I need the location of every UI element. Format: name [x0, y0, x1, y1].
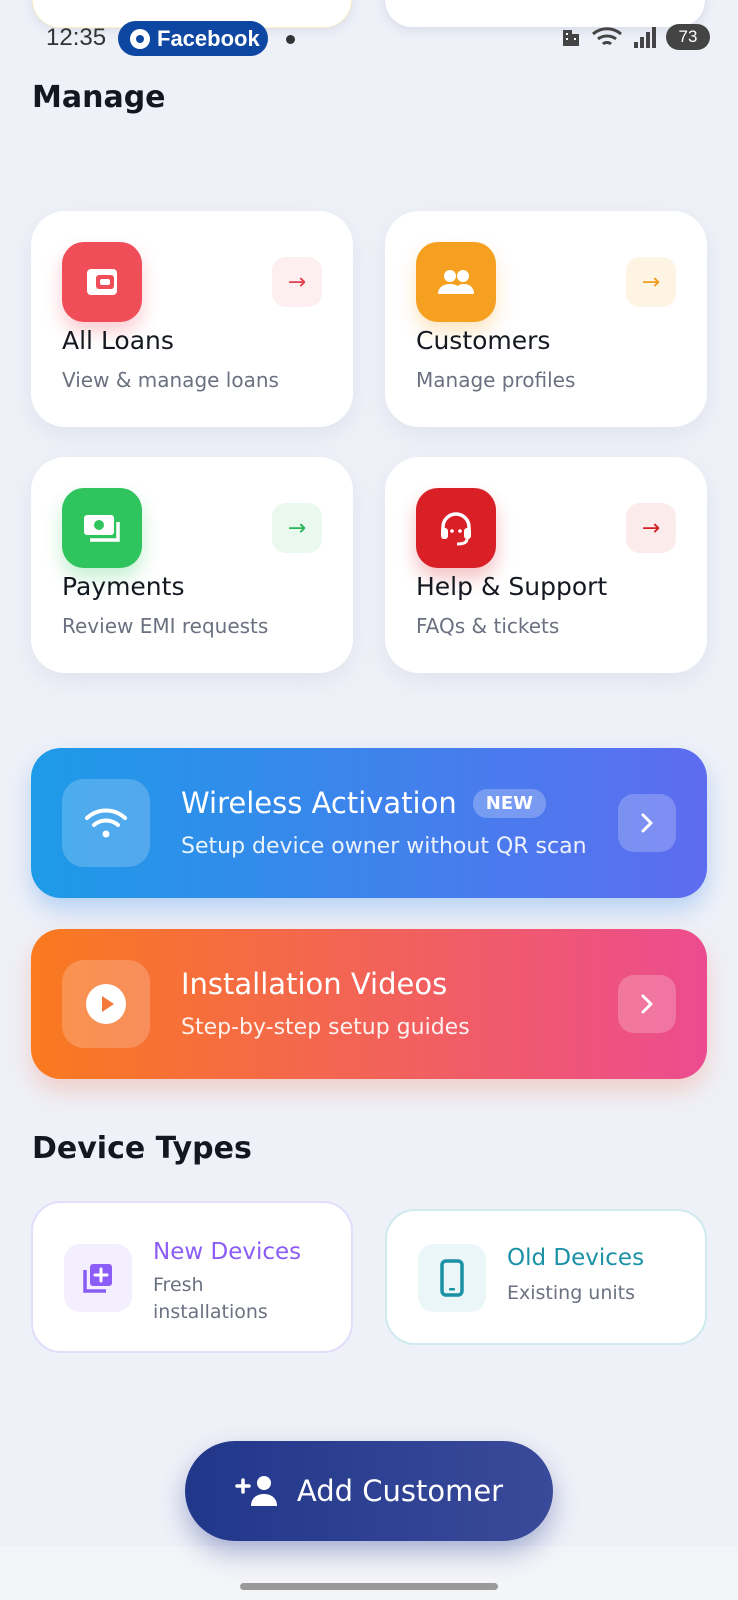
- smartphone-icon: [418, 1244, 486, 1312]
- chevron-right-icon: [618, 794, 676, 852]
- wallet-icon: [62, 242, 142, 322]
- banner-subtitle: Setup device owner without QR scan: [181, 834, 587, 859]
- home-indicator[interactable]: [240, 1583, 498, 1590]
- manage-heading: Manage: [32, 80, 166, 115]
- all-loans-card[interactable]: → All Loans View & manage loans: [31, 211, 353, 427]
- chevron-right-icon: [618, 975, 676, 1033]
- banner-title: Installation Videos: [181, 967, 448, 1001]
- system-icons: 73: [560, 24, 710, 50]
- status-time: 12:35: [46, 24, 107, 51]
- arrow-right-icon: →: [626, 257, 676, 307]
- banner-subtitle: Step-by-step setup guides: [181, 1015, 470, 1040]
- notification-dot-icon: [286, 35, 295, 44]
- wifi-status-icon: [592, 27, 622, 46]
- customers-card[interactable]: → Customers Manage profiles: [385, 211, 707, 427]
- arrow-right-icon: →: [272, 503, 322, 553]
- device-subtitle: Existing units: [507, 1282, 636, 1304]
- status-bar: 12:35 Facebook 73: [0, 0, 738, 78]
- card-title: Help & Support: [416, 572, 608, 601]
- cash-icon: [62, 488, 142, 568]
- battery-icon: 73: [666, 24, 710, 50]
- help-support-card[interactable]: → Help & Support FAQs & tickets: [385, 457, 707, 673]
- arrow-right-icon: →: [626, 503, 676, 553]
- payments-card[interactable]: → Payments Review EMI requests: [31, 457, 353, 673]
- device-subtitle: Fresh installations: [153, 1272, 268, 1326]
- device-title: New Devices: [153, 1239, 302, 1265]
- card-title: Payments: [62, 572, 185, 601]
- banner-title: Wireless Activation NEW: [181, 786, 546, 820]
- card-subtitle: View & manage loans: [62, 368, 279, 392]
- installation-videos-banner[interactable]: Installation Videos Step-by-step setup g…: [31, 929, 707, 1079]
- new-devices-card[interactable]: New Devices Fresh installations: [31, 1201, 353, 1353]
- old-devices-card[interactable]: Old Devices Existing units: [385, 1209, 707, 1345]
- card-subtitle: FAQs & tickets: [416, 614, 560, 638]
- signal-icon: [634, 27, 656, 48]
- building-icon: [563, 30, 579, 46]
- chrome-icon: [130, 28, 150, 49]
- device-subtitle-line: Fresh: [153, 1274, 204, 1296]
- add-box-icon: [64, 1244, 132, 1312]
- card-title: All Loans: [62, 326, 174, 355]
- notification-chip[interactable]: Facebook: [118, 21, 268, 56]
- arrow-right-icon: →: [272, 257, 322, 307]
- notification-app-label: Facebook: [157, 25, 260, 51]
- people-icon: [416, 242, 496, 322]
- headset-icon: [416, 488, 496, 568]
- bottom-nav-area: [0, 1546, 738, 1600]
- play-icon: [62, 960, 150, 1048]
- device-types-heading: Device Types: [32, 1131, 252, 1166]
- wifi-icon: [62, 779, 150, 867]
- add-person-icon: [235, 1476, 277, 1506]
- new-badge: NEW: [472, 789, 546, 818]
- card-title: Customers: [416, 326, 551, 355]
- add-customer-label: Add Customer: [296, 1474, 504, 1508]
- device-subtitle-line: installations: [153, 1301, 268, 1323]
- device-title: Old Devices: [507, 1245, 645, 1271]
- add-customer-button[interactable]: Add Customer: [185, 1441, 553, 1541]
- card-subtitle: Manage profiles: [416, 368, 576, 392]
- card-subtitle: Review EMI requests: [62, 614, 269, 638]
- wireless-activation-banner[interactable]: Wireless Activation NEW Setup device owne…: [31, 748, 707, 898]
- banner-title-text: Wireless Activation: [181, 786, 457, 820]
